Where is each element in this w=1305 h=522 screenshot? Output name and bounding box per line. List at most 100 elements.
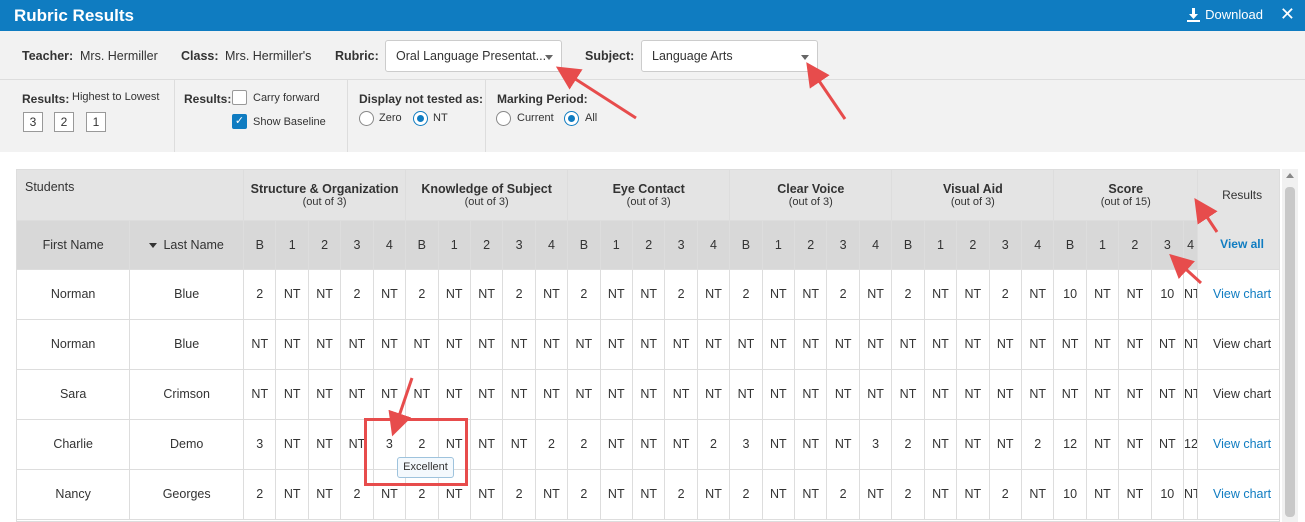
score-cell[interactable]: NT xyxy=(470,469,504,520)
score-cell[interactable]: NT xyxy=(664,319,698,370)
score-cell[interactable]: NT xyxy=(1118,319,1152,370)
close-icon[interactable]: ✕ xyxy=(1280,5,1295,23)
view-chart-link[interactable]: View chart xyxy=(1197,419,1279,470)
score-cell[interactable]: 2 xyxy=(1021,419,1055,470)
score-cell[interactable]: NT xyxy=(924,469,958,520)
subject-select[interactable]: Language Arts xyxy=(641,40,818,72)
rubric-select[interactable]: Oral Language Presentat... xyxy=(385,40,562,72)
carry-forward-checkbox[interactable] xyxy=(232,90,247,105)
score-cell[interactable]: 2 xyxy=(729,469,763,520)
rank-box[interactable]: 2 xyxy=(54,112,74,132)
score-cell[interactable]: NT xyxy=(632,269,666,320)
score-cell[interactable]: NT xyxy=(924,369,958,420)
score-cell[interactable]: NT xyxy=(1183,319,1199,370)
score-cell[interactable]: NT xyxy=(600,319,633,370)
all-radio[interactable] xyxy=(564,111,579,126)
score-cell[interactable]: 10 xyxy=(1053,469,1087,520)
vertical-scrollbar[interactable] xyxy=(1282,169,1298,522)
score-cell[interactable]: NT xyxy=(1086,269,1120,320)
score-cell[interactable]: NT xyxy=(794,319,828,370)
score-cell[interactable]: NT xyxy=(859,369,893,420)
rank-box[interactable]: 1 xyxy=(86,112,106,132)
score-cell[interactable]: NT xyxy=(340,319,374,370)
score-cell[interactable]: NT xyxy=(1053,369,1087,420)
score-cell[interactable]: NT xyxy=(632,419,666,470)
view-chart-link[interactable]: View chart xyxy=(1197,369,1279,420)
score-cell[interactable]: NT xyxy=(1183,269,1199,320)
score-cell[interactable]: 3 xyxy=(243,419,277,470)
score-cell[interactable]: NT xyxy=(340,369,374,420)
scroll-up-icon[interactable] xyxy=(1286,173,1294,178)
score-cell[interactable]: 2 xyxy=(502,469,536,520)
score-cell[interactable]: 2 xyxy=(664,469,698,520)
score-cell[interactable]: NT xyxy=(470,319,504,370)
score-cell[interactable]: NT xyxy=(405,319,439,370)
score-cell[interactable]: NT xyxy=(1183,369,1199,420)
view-chart-link[interactable]: View chart xyxy=(1197,269,1279,320)
score-cell[interactable]: NT xyxy=(664,419,698,470)
score-cell[interactable]: NT xyxy=(600,469,633,520)
score-cell[interactable]: NT xyxy=(373,319,407,370)
score-cell[interactable]: NT xyxy=(243,369,277,420)
score-cell[interactable]: NT xyxy=(1118,369,1152,420)
score-cell[interactable]: NT xyxy=(1151,369,1185,420)
score-cell[interactable]: NT xyxy=(924,319,958,370)
score-cell[interactable]: 2 xyxy=(891,269,925,320)
score-cell[interactable]: NT xyxy=(762,269,796,320)
score-cell[interactable]: NT xyxy=(502,319,536,370)
score-cell[interactable]: 2 xyxy=(340,269,374,320)
results-table-container[interactable]: Students Structure & Organization (out of … xyxy=(16,169,1280,522)
score-cell[interactable]: 2 xyxy=(891,469,925,520)
score-cell[interactable]: NT xyxy=(535,469,569,520)
score-cell[interactable]: 2 xyxy=(567,419,601,470)
score-cell[interactable]: NT xyxy=(859,319,893,370)
score-cell[interactable]: NT xyxy=(308,469,342,520)
score-cell[interactable]: NT xyxy=(600,269,633,320)
score-cell[interactable]: NT xyxy=(438,369,471,420)
zero-radio[interactable] xyxy=(359,111,374,126)
score-cell[interactable]: NT xyxy=(891,369,925,420)
score-cell[interactable]: NT xyxy=(826,369,860,420)
score-cell[interactable]: NT xyxy=(308,319,342,370)
score-cell[interactable]: NT xyxy=(632,319,666,370)
score-cell[interactable]: NT xyxy=(405,369,439,420)
score-cell[interactable]: NT xyxy=(762,319,796,370)
score-cell[interactable]: 2 xyxy=(826,269,860,320)
score-cell[interactable]: NT xyxy=(567,319,601,370)
score-cell[interactable]: NT xyxy=(438,319,471,370)
score-cell[interactable]: 2 xyxy=(891,419,925,470)
score-cell[interactable]: 2 xyxy=(405,269,439,320)
score-cell[interactable]: 2 xyxy=(697,419,731,470)
score-cell[interactable]: NT xyxy=(308,269,342,320)
score-cell[interactable]: NT xyxy=(762,419,796,470)
score-cell[interactable]: NT xyxy=(275,369,309,420)
sort-desc-icon[interactable] xyxy=(149,242,158,248)
score-cell[interactable]: NT xyxy=(1053,319,1087,370)
score-cell[interactable]: NT xyxy=(1086,469,1120,520)
score-cell[interactable]: NT xyxy=(600,369,633,420)
score-cell[interactable]: NT xyxy=(1118,269,1152,320)
score-cell[interactable]: NT xyxy=(1021,469,1055,520)
score-cell[interactable]: 2 xyxy=(567,269,601,320)
score-cell[interactable]: NT xyxy=(275,469,309,520)
score-cell[interactable]: NT xyxy=(859,269,893,320)
view-chart-link[interactable]: View chart xyxy=(1197,469,1279,520)
score-cell[interactable]: NT xyxy=(956,319,990,370)
score-cell[interactable]: NT xyxy=(535,319,569,370)
score-cell[interactable]: 2 xyxy=(567,469,601,520)
score-cell[interactable]: NT xyxy=(762,469,796,520)
score-cell[interactable]: NT xyxy=(859,469,893,520)
score-cell[interactable]: NT xyxy=(502,419,536,470)
score-cell[interactable]: NT xyxy=(373,269,407,320)
score-cell[interactable]: NT xyxy=(924,269,958,320)
score-cell[interactable]: 2 xyxy=(535,419,569,470)
score-cell[interactable]: NT xyxy=(535,269,569,320)
score-cell[interactable]: NT xyxy=(989,419,1022,470)
score-cell[interactable]: NT xyxy=(794,419,828,470)
show-baseline-checkbox[interactable]: ✓ xyxy=(232,114,247,129)
score-cell[interactable]: NT xyxy=(632,469,666,520)
score-cell[interactable]: 10 xyxy=(1151,469,1185,520)
score-cell[interactable]: 2 xyxy=(989,469,1022,520)
first-name-header[interactable]: First Name xyxy=(17,220,131,270)
nt-radio[interactable] xyxy=(413,111,428,126)
